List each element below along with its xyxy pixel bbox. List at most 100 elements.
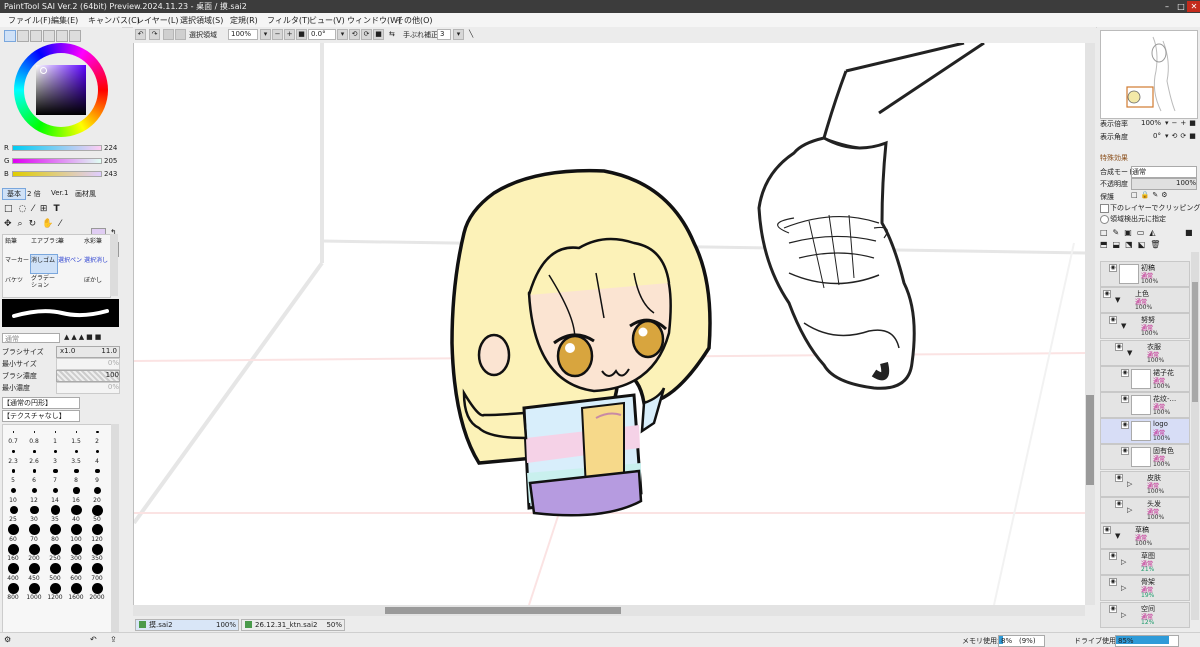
eye-icon[interactable]: ◉: [1121, 447, 1129, 456]
protect-icons[interactable]: □🔒✎⚙: [1131, 191, 1170, 199]
brush-size-dot[interactable]: [53, 468, 58, 474]
brush-size-dot[interactable]: [32, 469, 37, 473]
brush-size-dot[interactable]: [8, 543, 19, 555]
folder-expand-icon[interactable]: ▷: [1121, 584, 1126, 592]
layer-menu-button[interactable]: ■: [1185, 228, 1193, 237]
tool-pencil[interactable]: 鉛筆: [5, 236, 17, 245]
canvas-horizontal-scrollbar[interactable]: [133, 605, 1085, 616]
folder-expand-icon[interactable]: ▼: [1127, 349, 1132, 357]
tool-brush[interactable]: 筆: [58, 236, 64, 245]
brush-size-dot[interactable]: [92, 563, 103, 574]
opacity-slider[interactable]: 100%: [1131, 178, 1197, 190]
brush-size-dot[interactable]: [95, 449, 100, 454]
zoom-icon[interactable]: ⌕: [18, 219, 29, 229]
color-wheel-tab-icon[interactable]: [4, 30, 16, 42]
brush-size-dot[interactable]: [8, 582, 19, 594]
layer-item[interactable]: ◉ 裙子花 通常 100%: [1100, 365, 1190, 392]
blend-mode-select[interactable]: 通常: [1131, 166, 1197, 178]
brush-size-dot[interactable]: [92, 504, 103, 516]
layer-folder[interactable]: ◉ ▷ 草图 通常 21%: [1100, 549, 1190, 576]
brush-size-dot[interactable]: [50, 543, 61, 555]
hsv-slider-tab-icon[interactable]: [30, 30, 42, 42]
layer-folder[interactable]: ◉ ▷ 骨架 通常 19%: [1100, 575, 1190, 602]
eye-icon[interactable]: ◉: [1121, 395, 1129, 403]
rgb-slider-tab-icon[interactable]: [17, 30, 29, 42]
folder-expand-icon[interactable]: ▷: [1127, 480, 1132, 488]
tool-bucket[interactable]: バケツ: [5, 275, 23, 284]
layer-folder[interactable]: ◉ ▷ 头发 通常 100%: [1100, 496, 1190, 523]
brush-size-dot[interactable]: [95, 468, 100, 474]
rect-select-icon[interactable]: □: [4, 204, 19, 214]
rotation-field[interactable]: 0.0°: [308, 29, 336, 40]
brush-density-slider[interactable]: 100: [56, 370, 120, 382]
layer-folder[interactable]: ◉ ▼ 衣服 通常 100%: [1100, 339, 1190, 366]
mixer-tab-icon[interactable]: [56, 30, 68, 42]
brush-size-dot[interactable]: [29, 524, 40, 535]
eye-icon[interactable]: ◉: [1109, 578, 1117, 587]
menu-edit[interactable]: 編集(E): [51, 15, 78, 26]
menu-view[interactable]: ビュー(V): [309, 15, 345, 26]
eye-icon[interactable]: ◉: [1109, 604, 1117, 613]
redo-button[interactable]: ↷: [149, 29, 160, 40]
brush-size-dot[interactable]: [8, 524, 19, 535]
layer-action-buttons[interactable]: ⬒⬓⬔⬕🗑: [1100, 240, 1165, 249]
brush-size-dot[interactable]: [50, 524, 61, 535]
brush-size-dot[interactable]: [50, 563, 61, 574]
zoom-in-button[interactable]: +: [284, 29, 295, 40]
special-effects-toggle[interactable]: 特殊効果: [1100, 153, 1128, 163]
menu-window[interactable]: ウィンドウ(W): [347, 15, 401, 26]
flip-icon[interactable]: ⇆: [389, 30, 395, 38]
color-picker-cursor[interactable]: [40, 67, 47, 74]
brush-size-dot[interactable]: [12, 450, 15, 453]
brush-size-dot[interactable]: [29, 582, 40, 594]
magic-wand-icon[interactable]: ⁄: [32, 204, 40, 214]
brush-size-dot[interactable]: [71, 582, 82, 594]
export-icon[interactable]: ⇪: [110, 635, 117, 644]
layer-folder[interactable]: ◉ ▷ 皮肤 通常 100%: [1100, 470, 1190, 497]
rotate-left-button[interactable]: ⟲: [349, 29, 360, 40]
eye-icon[interactable]: ◉: [1121, 421, 1129, 430]
menu-file[interactable]: ファイル(F): [8, 15, 51, 26]
brush-size-dot[interactable]: [33, 450, 36, 453]
folder-expand-icon[interactable]: ▼: [1115, 532, 1120, 540]
eye-icon[interactable]: ◉: [1103, 290, 1111, 299]
eye-icon[interactable]: ◉: [1121, 368, 1129, 377]
brush-size-dot[interactable]: [31, 487, 38, 494]
layer-item[interactable]: ◉ 固有色 通常 100%: [1100, 444, 1190, 471]
menu-canvas[interactable]: キャンバス(C): [88, 15, 140, 26]
layer-item[interactable]: ◉ 花纹-... 通常 100%: [1100, 392, 1190, 418]
brush-blend-mode[interactable]: 通常: [2, 333, 60, 343]
invert-selection-button[interactable]: [175, 29, 186, 40]
nav-zoom-value[interactable]: 100%: [1141, 119, 1161, 127]
maximize-button[interactable]: □: [1174, 1, 1188, 12]
brush-size-dot[interactable]: [71, 543, 82, 555]
eye-icon[interactable]: ◉: [1115, 499, 1123, 508]
detect-source-radio[interactable]: [1100, 215, 1109, 224]
stabilizer-field[interactable]: 3: [437, 29, 451, 40]
brush-size-dot[interactable]: [12, 431, 15, 433]
brush-size-dot[interactable]: [71, 504, 82, 516]
rotation-reset-button[interactable]: ■: [373, 29, 384, 40]
nav-zoom-buttons[interactable]: ▾−+■: [1165, 119, 1199, 127]
rotation-dropdown-icon[interactable]: ▾: [337, 29, 348, 40]
toolset-tab-basic[interactable]: 基本: [2, 188, 26, 200]
lasso-icon[interactable]: ◌: [19, 204, 33, 214]
brush-size-dot[interactable]: [75, 431, 78, 433]
toolset-tab-painterly[interactable]: 画材風: [75, 189, 96, 199]
undo-button[interactable]: ↶: [135, 29, 146, 40]
menu-ruler[interactable]: 定規(R): [230, 15, 258, 26]
r-slider[interactable]: [12, 145, 102, 151]
tool-marker[interactable]: マーカー: [5, 255, 29, 264]
rotate-icon[interactable]: ↻: [29, 219, 43, 229]
brush-size-dot[interactable]: [30, 505, 39, 515]
settings-icon[interactable]: ⚙: [4, 635, 11, 644]
brush-size-dot[interactable]: [33, 431, 36, 433]
b-slider[interactable]: [12, 171, 102, 177]
toolset-tab-2x[interactable]: 2 倍: [27, 189, 41, 199]
tool-grid-scrollbar[interactable]: [110, 234, 118, 296]
menu-selection[interactable]: 選択領域(S): [180, 15, 223, 26]
brush-size-dot[interactable]: [9, 506, 18, 514]
layer-list-scrollbar[interactable]: [1191, 252, 1199, 620]
palette-tab-icon[interactable]: [43, 30, 55, 42]
layer-folder[interactable]: ◉ ▼ 草稿 通常 100%: [1100, 523, 1190, 549]
